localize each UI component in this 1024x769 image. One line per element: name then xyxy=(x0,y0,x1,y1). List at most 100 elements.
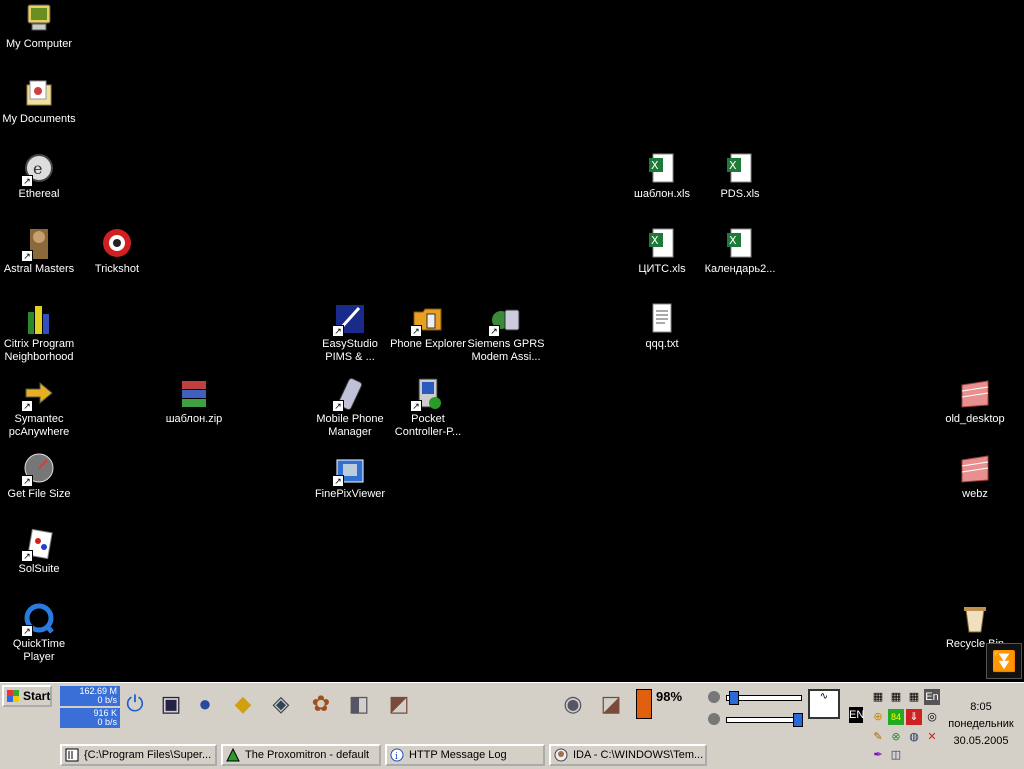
tray-speaker-icon[interactable]: ◎ xyxy=(924,709,940,725)
astral-masters-icon: ↗ xyxy=(21,227,56,262)
tray-network-error-icon[interactable]: ✕ xyxy=(924,729,940,745)
net-upload: 916 K 0 b/s xyxy=(60,708,120,728)
shortcut-arrow-icon: ↗ xyxy=(21,175,33,187)
pcanywhere-icon: ↗ xyxy=(21,377,56,412)
svg-text:X: X xyxy=(729,234,737,247)
shortcut-arrow-icon: ↗ xyxy=(410,400,422,412)
volume-slider-2-knob[interactable] xyxy=(793,713,803,727)
desktop-icon-template-xls[interactable]: X шаблон.xls xyxy=(623,152,701,201)
shortcut-arrow-icon: ↗ xyxy=(488,325,500,337)
desktop-icon-quicktime[interactable]: ↗ QuickTime Player xyxy=(0,602,78,664)
svg-text:i: i xyxy=(395,752,398,762)
gauge-icon: ↗ xyxy=(21,452,56,487)
start-button[interactable]: Start xyxy=(2,685,52,707)
desktop-icon-qqq-txt[interactable]: qqq.txt xyxy=(623,302,701,351)
download-tool-icon[interactable]: ◉ xyxy=(556,687,590,721)
volume-icon xyxy=(708,713,720,725)
desktop-icon-my-computer[interactable]: My Computer xyxy=(0,2,78,51)
desktop-icon-my-documents[interactable]: My Documents xyxy=(0,77,78,126)
tray-plus-icon[interactable]: ⊕ xyxy=(870,709,886,725)
pocket-controller-icon: ↗ xyxy=(410,377,445,412)
shortcut-arrow-icon: ↗ xyxy=(21,550,33,562)
mobile-phone-icon: ↗ xyxy=(332,377,367,412)
power-icon[interactable]: ⏻ xyxy=(118,687,152,721)
desktop[interactable]: My Computer My Documents e ↗ Ethereal ↗ … xyxy=(0,0,1024,682)
desktop-icon-ethereal[interactable]: e ↗ Ethereal xyxy=(0,152,78,201)
info-icon: i xyxy=(390,748,404,762)
proxomitron-icon xyxy=(226,747,240,762)
clock-time: 8:05 xyxy=(970,701,992,713)
battery-icon xyxy=(636,689,652,719)
tray-alert-icon[interactable]: ⇓ xyxy=(906,709,922,725)
volume-slider-1-knob[interactable] xyxy=(729,691,739,705)
network-monitor[interactable]: 162.69 M 0 b/s 916 K 0 b/s xyxy=(60,686,120,730)
volume-slider-1[interactable] xyxy=(726,691,802,705)
tray-tool-icon[interactable]: ✎ xyxy=(870,729,886,745)
light-bulb-icon[interactable]: ◆ xyxy=(226,687,260,721)
document-tool-icon[interactable]: ◧ xyxy=(342,687,376,721)
cards-icon: ↗ xyxy=(21,527,56,562)
tray-windows-icon[interactable]: ◫ xyxy=(888,747,904,763)
monitor-app-icon[interactable]: ▣ xyxy=(154,687,188,721)
desktop-icon-astral-masters[interactable]: ↗ Astral Masters xyxy=(0,227,78,276)
graph-tool-icon[interactable]: ◈ xyxy=(264,687,298,721)
desktop-icon-get-file-size[interactable]: ↗ Get File Size xyxy=(0,452,78,501)
shortcut-arrow-icon: ↗ xyxy=(21,475,33,487)
tray-network-icon[interactable]: ▦ xyxy=(870,689,886,705)
desktop-icon-solsuite[interactable]: ↗ SolSuite xyxy=(0,527,78,576)
text-file-icon xyxy=(645,302,679,336)
desktop-icon-calendar-xls[interactable]: X Календарь2... xyxy=(701,227,779,276)
desktop-icon-mobile-phone-manager[interactable]: ↗ Mobile Phone Manager xyxy=(311,377,389,439)
system-monitor-icon[interactable]: ∿ xyxy=(808,689,840,719)
tray-grid-icon[interactable]: ▦ xyxy=(888,689,904,705)
finepix-icon: ↗ xyxy=(332,452,367,487)
svg-text:e: e xyxy=(33,159,42,178)
desktop-icon-old-desktop[interactable]: old_desktop xyxy=(936,377,1014,426)
tray-globe-icon[interactable]: ◍ xyxy=(906,729,922,745)
desktop-icon-pds-xls[interactable]: X PDS.xls xyxy=(701,152,779,201)
desktop-icon-template-zip[interactable]: шаблон.zip xyxy=(155,377,233,426)
citrix-icon xyxy=(22,302,56,336)
folder-phone-icon: ↗ xyxy=(410,302,445,337)
net-download: 162.69 M 0 b/s xyxy=(60,686,120,706)
svg-text:X: X xyxy=(651,234,659,247)
desktop-icon-pcanywhere[interactable]: ↗ Symantec pcAnywhere xyxy=(0,377,78,439)
shortcut-arrow-icon: ↗ xyxy=(332,325,344,337)
hdd-tool-icon[interactable]: ◪ xyxy=(594,687,628,721)
recycle-bin-icon xyxy=(958,602,992,636)
windows-flag-icon xyxy=(7,690,19,702)
desktop-icon-cits-xls[interactable]: X ЦИТС.xls xyxy=(623,227,701,276)
excel-file-icon: X xyxy=(645,227,679,261)
desktop-icon-phone-explorer[interactable]: ↗ Phone Explorer xyxy=(389,302,467,351)
tray-grid-icon[interactable]: ▦ xyxy=(906,689,922,705)
scroll-down-chevron-icon[interactable]: ⏬ xyxy=(986,643,1022,679)
folder-stack-icon xyxy=(958,452,992,486)
tray-badge-icon[interactable]: 84 xyxy=(888,709,904,725)
tray-language-icon[interactable]: En xyxy=(924,689,940,705)
molecule-icon[interactable]: ✿ xyxy=(304,687,338,721)
language-indicator[interactable]: EN xyxy=(849,707,864,723)
desktop-icon-siemens-gprs[interactable]: ↗ Siemens GPRS Modem Assi... xyxy=(467,302,545,364)
taskbar: Start 162.69 M 0 b/s 916 K 0 b/s ⏻ ▣ ● ◆… xyxy=(0,682,1024,769)
joystick-icon[interactable]: ● xyxy=(188,687,222,721)
desktop-icon-easystudio[interactable]: ↗ EasyStudio PIMS & ... xyxy=(311,302,389,364)
network-tool-icon[interactable]: ◩ xyxy=(382,687,416,721)
system-tray: ▦ ▦ ▦ En ⊕ 84 ⇓ ◎ ✎ ⊗ ◍ ✕ ✒ ◫ xyxy=(866,685,944,767)
svg-text:X: X xyxy=(651,159,659,172)
task-button-http-message-log[interactable]: i HTTP Message Log xyxy=(385,744,545,766)
shortcut-arrow-icon: ↗ xyxy=(332,400,344,412)
battery-level: 98% xyxy=(656,689,683,704)
clock[interactable]: 8:05 понедельник 30.05.2005 xyxy=(942,699,1020,750)
volume-slider-2[interactable] xyxy=(726,713,803,727)
tray-circle-x-icon[interactable]: ⊗ xyxy=(888,729,904,745)
clock-day: понедельник xyxy=(948,718,1014,730)
desktop-icon-finepixviewer[interactable]: ↗ FinePixViewer xyxy=(311,452,389,501)
task-button-program-files[interactable]: {C:\Program Files\Super... xyxy=(60,744,217,766)
task-button-ida[interactable]: IDA - C:\WINDOWS\Tem... xyxy=(549,744,707,766)
desktop-icon-webz[interactable]: webz xyxy=(936,452,1014,501)
tray-pen-icon[interactable]: ✒ xyxy=(870,747,886,763)
desktop-icon-citrix[interactable]: Citrix Program Neighborhood xyxy=(0,302,78,364)
task-button-proxomitron[interactable]: The Proxomitron - default xyxy=(221,744,381,766)
desktop-icon-trickshot[interactable]: Trickshot xyxy=(78,227,156,276)
desktop-icon-pocket-controller[interactable]: ↗ Pocket Controller-P... xyxy=(389,377,467,439)
